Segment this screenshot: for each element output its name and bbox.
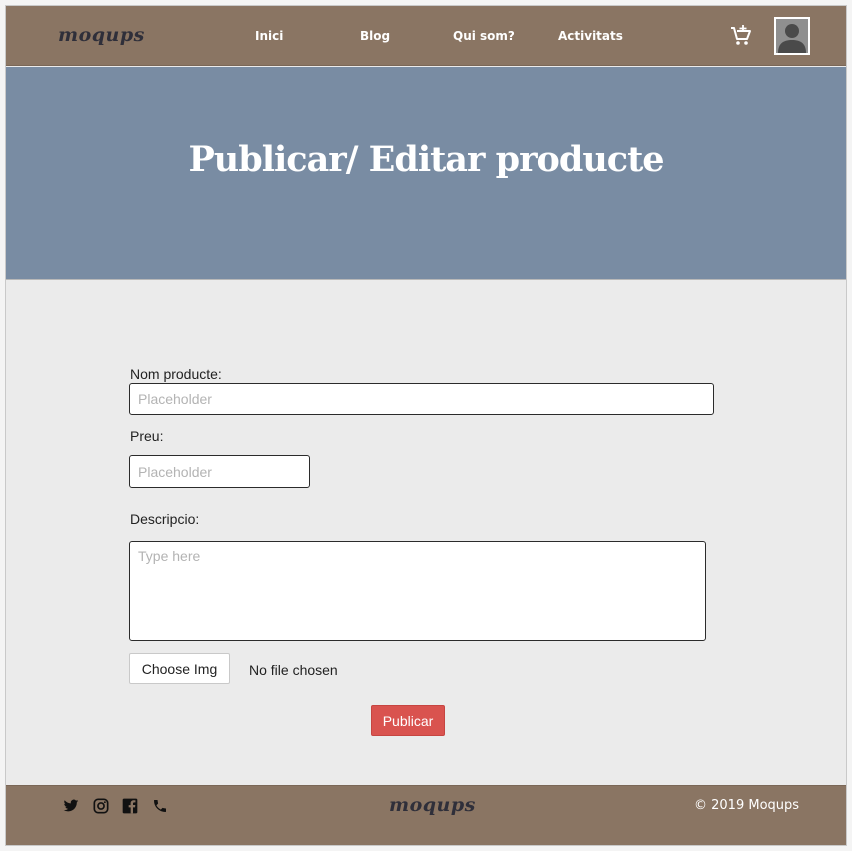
publish-button[interactable]: Publicar: [371, 705, 445, 736]
instagram-icon[interactable]: [93, 798, 109, 814]
nav-link-activitats[interactable]: Activitats: [558, 29, 623, 43]
footer-logo[interactable]: moqups: [389, 794, 476, 816]
description-label: Descripcio:: [130, 511, 200, 527]
copyright-text: © 2019 Moqups: [694, 798, 800, 813]
choose-image-button[interactable]: Choose Img: [129, 653, 230, 684]
top-navbar: moqups Inici Blog Qui som? Activitats: [6, 6, 846, 66]
cart-plus-icon[interactable]: [729, 24, 753, 48]
product-name-input[interactable]: [129, 383, 714, 415]
phone-icon[interactable]: [152, 798, 168, 814]
user-avatar-icon[interactable]: [774, 17, 810, 55]
price-label: Preu:: [130, 428, 164, 444]
header-logo[interactable]: moqups: [58, 24, 145, 46]
price-input[interactable]: [129, 455, 310, 488]
twitter-icon[interactable]: [63, 798, 79, 814]
file-status-text: No file chosen: [249, 662, 338, 678]
nav-link-blog[interactable]: Blog: [360, 29, 390, 43]
description-textarea[interactable]: [129, 541, 706, 641]
hero-banner: Publicar/ Editar producte: [6, 67, 846, 280]
page-title: Publicar/ Editar producte: [188, 139, 664, 180]
nav-link-inici[interactable]: Inici: [255, 29, 283, 43]
name-label: Nom producte:: [130, 366, 222, 382]
facebook-icon[interactable]: [122, 798, 138, 814]
footer: moqups © 2019 Moqups: [6, 785, 846, 845]
page-frame: moqups Inici Blog Qui som? Activitats Pu…: [5, 5, 847, 846]
nav-link-qui-som[interactable]: Qui som?: [453, 29, 515, 43]
